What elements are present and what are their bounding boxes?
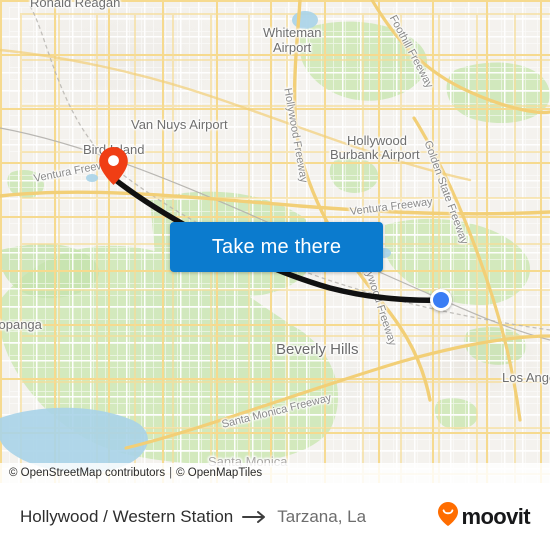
trip-summary: Hollywood / Western Station Tarzana, La [20,507,437,527]
moovit-wordmark: moovit [461,503,530,529]
trip-destination-label: Tarzana, La [277,506,367,526]
trip-footer: Hollywood / Western Station Tarzana, La … [0,483,550,550]
destination-pin-icon[interactable] [98,146,129,186]
trip-origin-label: Hollywood / Western Station [20,506,234,526]
arrow-right-icon [242,510,268,524]
moovit-trip-map-screenshot: Ronald Reagan Whiteman Airport Van Nuys … [0,0,550,550]
attribution-separator: | [169,467,173,479]
moovit-logo[interactable]: moovit [437,501,531,532]
origin-location-dot[interactable] [430,289,452,311]
attribution-openstreetmap[interactable]: © OpenStreetMap contributors [9,467,165,479]
map-canvas[interactable]: Ronald Reagan Whiteman Airport Van Nuys … [0,0,550,483]
attribution-openmaptiles[interactable]: © OpenMapTiles [176,467,262,479]
moovit-pin-icon [437,501,459,532]
map-attribution-bar: © OpenStreetMap contributors | © OpenMap… [0,463,550,483]
take-me-there-button[interactable]: Take me there [170,222,383,272]
